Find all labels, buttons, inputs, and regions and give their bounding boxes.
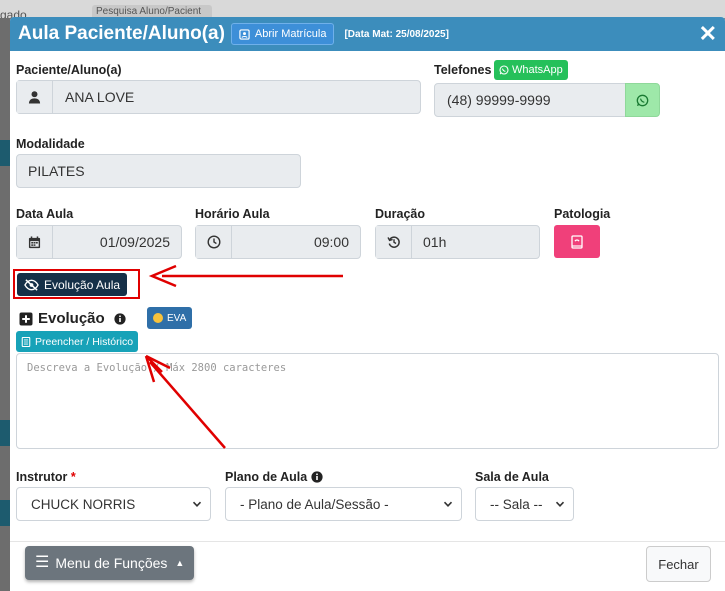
- caret-up-icon: ▲: [175, 558, 185, 568]
- history-icon: [386, 236, 400, 248]
- open-enrollment-button[interactable]: Abrir Matrícula: [230, 23, 335, 45]
- evolution-toggle-button[interactable]: Evolução Aula: [17, 273, 128, 296]
- class-modal: Aula Paciente/Aluno(a) Abrir Matrícula […: [10, 17, 725, 591]
- background-chip: [0, 500, 10, 526]
- chevron-down-icon: [192, 501, 202, 507]
- book-icon: [571, 234, 583, 249]
- functions-menu-label: Menu de Funções: [55, 555, 168, 571]
- phones-label: Telefones: [434, 63, 492, 77]
- plus-square-icon: [19, 312, 33, 325]
- class-date-field: 01/09/2025: [16, 225, 182, 259]
- evolution-textarea[interactable]: Descreva a Evolução / Máx 2800 caractere…: [16, 353, 719, 449]
- id-card-icon: [239, 28, 250, 40]
- class-time-addon: [196, 226, 232, 258]
- class-time-label: Horário Aula: [195, 207, 270, 221]
- evolution-placeholder: Descreva a Evolução / Máx 2800 caractere…: [27, 362, 287, 374]
- class-date-addon: [17, 226, 53, 258]
- clock-icon: [206, 235, 221, 249]
- close-icon[interactable]: ✕: [699, 23, 717, 45]
- user-icon: [28, 91, 41, 104]
- phone-field: (48) 99999-9999: [434, 83, 626, 117]
- duration-addon: [376, 226, 412, 258]
- eva-label: EVA: [167, 312, 187, 324]
- instructor-select[interactable]: CHUCK NORRIS: [16, 487, 211, 521]
- duration-value: 01h: [423, 234, 447, 250]
- whatsapp-icon: [636, 94, 649, 106]
- lesson-plan-select[interactable]: - Plano de Aula/Sessão -: [225, 487, 462, 521]
- evolution-title-text: Evolução: [38, 310, 105, 327]
- modal-title: Aula Paciente/Aluno(a): [18, 23, 225, 44]
- lesson-plan-value: - Plano de Aula/Sessão -: [240, 496, 389, 512]
- modality-label: Modalidade: [16, 137, 85, 151]
- evolution-toggle-label: Evolução Aula: [44, 277, 121, 292]
- modal-header: Aula Paciente/Aluno(a) Abrir Matrícula […: [10, 17, 725, 51]
- patient-label: Paciente/Aluno(a): [16, 63, 122, 77]
- room-value: -- Sala --: [490, 496, 543, 512]
- class-time-field: 09:00: [195, 225, 361, 259]
- evolution-title: Evolução: [19, 310, 126, 327]
- enrollment-date: [Data Mat: 25/08/2025]: [344, 28, 449, 40]
- whatsapp-button[interactable]: WhatsApp: [494, 60, 568, 80]
- whatsapp-call-button[interactable]: [625, 83, 660, 117]
- patient-addon: [17, 81, 53, 113]
- fill-history-button[interactable]: Preencher / Histórico: [16, 331, 139, 352]
- info-icon[interactable]: [311, 471, 323, 483]
- whatsapp-icon: [499, 65, 509, 75]
- functions-menu-button[interactable]: ☰ Menu de Funções ▲: [25, 546, 195, 580]
- lesson-plan-label: Plano de Aula: [225, 470, 323, 484]
- class-date-value: 01/09/2025: [99, 234, 170, 250]
- chevron-down-icon: [443, 501, 453, 507]
- hamburger-icon: ☰: [35, 554, 50, 571]
- room-select[interactable]: -- Sala --: [475, 487, 574, 521]
- footer-divider: [10, 541, 725, 542]
- modality-field: PILATES: [16, 154, 301, 188]
- room-label: Sala de Aula: [475, 470, 549, 484]
- whatsapp-label: WhatsApp: [512, 64, 563, 76]
- chevron-down-icon: [555, 501, 565, 507]
- background-chip: [0, 140, 10, 166]
- fill-history-label: Preencher / Histórico: [35, 335, 134, 348]
- class-date-label: Data Aula: [16, 207, 74, 221]
- info-icon[interactable]: [114, 312, 126, 325]
- open-enrollment-label: Abrir Matrícula: [254, 28, 327, 40]
- instructor-value: CHUCK NORRIS: [31, 496, 136, 512]
- patient-value: ANA LOVE: [65, 89, 135, 105]
- duration-label: Duração: [375, 207, 426, 221]
- duration-field: 01h: [375, 225, 540, 259]
- eye-slash-icon: [24, 278, 39, 291]
- pathology-label: Patologia: [554, 207, 611, 221]
- class-time-value: 09:00: [313, 234, 349, 250]
- background-chip: [0, 420, 10, 446]
- patient-field: ANA LOVE: [16, 80, 421, 114]
- close-button[interactable]: Fechar: [646, 546, 711, 582]
- face-icon: [153, 313, 163, 323]
- instructor-label: Instrutor *: [16, 470, 76, 484]
- modality-value: PILATES: [28, 163, 85, 179]
- phone-value: (48) 99999-9999: [447, 92, 551, 108]
- calendar-icon: [28, 235, 41, 248]
- pathology-button[interactable]: [554, 225, 600, 258]
- book-icon: [21, 336, 31, 347]
- eva-button[interactable]: EVA: [147, 307, 193, 329]
